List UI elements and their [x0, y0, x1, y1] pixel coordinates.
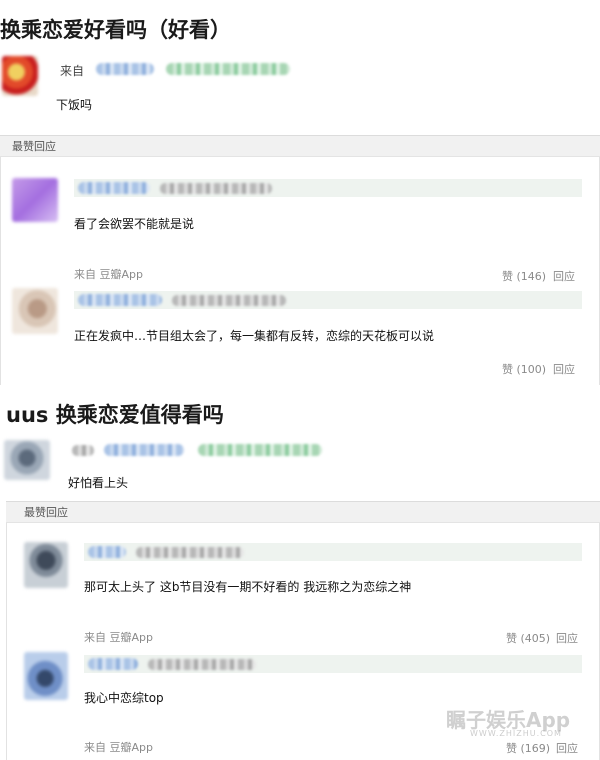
post2-top-replies-header: 最赞回应 — [6, 501, 600, 523]
post1-c1-username-blurred[interactable] — [78, 182, 150, 194]
post2-author-name-blurred[interactable] — [104, 444, 184, 456]
post2-c1-text: 那可太上头了 这b节目没有一期不好看的 我远称之为恋综之神 — [84, 580, 412, 594]
post2-c1-from: 来自 豆瓣App — [84, 631, 153, 644]
post2-from-blurred — [72, 445, 94, 456]
post2-c2-text: 我心中恋综top — [84, 691, 164, 705]
post1-c1-like-button[interactable]: 赞 (146) — [502, 268, 546, 284]
post1-author-avatar[interactable] — [2, 56, 38, 96]
post1-c2-reply-button[interactable]: 回应 — [553, 361, 575, 377]
post1-c2-avatar[interactable] — [12, 288, 58, 334]
post2-c2-username-blurred[interactable] — [88, 658, 138, 670]
post1-c1-userline — [74, 179, 582, 197]
post2-c1-reply-button[interactable]: 回应 — [556, 630, 578, 646]
post2-c1-time-blurred — [136, 547, 244, 558]
post2-author-avatar[interactable] — [4, 440, 50, 480]
post1-c2-text: 正在发疯中…节目组太会了，每一集都有反转，恋综的天花板可以说 — [74, 329, 435, 343]
post1-body: 下饭吗 — [56, 98, 93, 112]
post1-title: 换乘恋爱好看吗（好看） — [0, 18, 231, 42]
post1-c2-username-blurred[interactable] — [78, 294, 162, 306]
watermark-url: WWW.ZHIZHU.COM — [470, 729, 562, 738]
post1-c2-like-button[interactable]: 赞 (100) — [502, 361, 546, 377]
post2-c2-reply-button[interactable]: 回应 — [556, 740, 578, 756]
post1-c1-avatar[interactable] — [12, 178, 58, 222]
post1-author-info-blurred — [166, 63, 290, 75]
post2-c2-like-button[interactable]: 赞 (169) — [506, 740, 550, 756]
post1-c2-time-blurred — [172, 295, 286, 306]
post1-c1-text: 看了会欲罢不能就是说 — [74, 217, 195, 231]
post2-c2-avatar[interactable] — [24, 652, 68, 700]
post2-c1-avatar[interactable] — [24, 542, 68, 588]
post1-top-replies-header: 最赞回应 — [0, 135, 600, 157]
post2-title: uus 换乘恋爱值得看吗 — [6, 403, 224, 427]
post1-c1-time-blurred — [160, 183, 272, 194]
post2-author-info-blurred — [198, 444, 322, 456]
post1-author-name-blurred[interactable] — [96, 63, 154, 75]
post1-from-label: 来自 — [60, 64, 85, 78]
post2-c2-time-blurred — [148, 659, 256, 670]
post2-c1-username-blurred[interactable] — [88, 546, 126, 558]
post2-c1-like-button[interactable]: 赞 (405) — [506, 630, 550, 646]
post2-body: 好怕看上头 — [68, 476, 129, 490]
post2-c2-from: 来自 豆瓣App — [84, 741, 153, 754]
post1-c1-reply-button[interactable]: 回应 — [553, 268, 575, 284]
post1-c1-from: 来自 豆瓣App — [74, 268, 143, 281]
